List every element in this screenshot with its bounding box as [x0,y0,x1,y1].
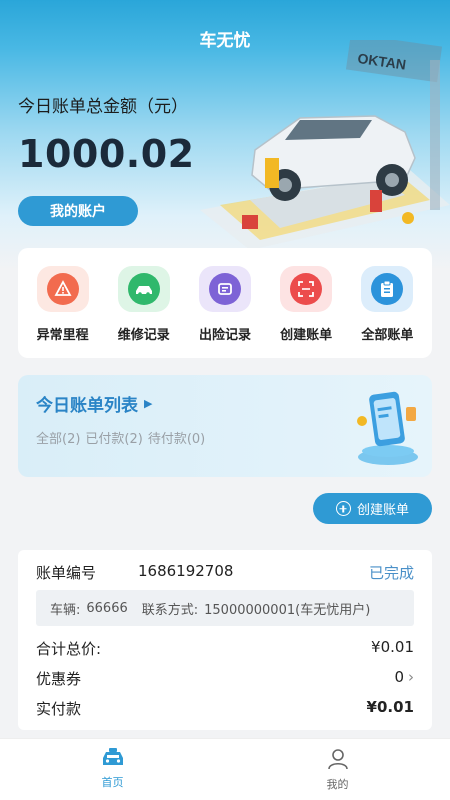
bill-card[interactable]: 账单编号 1686192708 已完成 车辆: 66666 联系方式: 1500… [18,550,432,730]
today-total-label: 今日账单总金额（元） [18,97,188,117]
quick-actions-panel: 异常里程 维修记录 出险记录 创建账单 全部账单 [18,248,432,358]
bill-number-label: 账单编号 [36,564,97,582]
bottom-tab-bar: 首页 我的 [0,738,450,800]
bills-count-paid: 已付款(2) [85,432,143,447]
header-banner: 车无忧 OKTAN 今日账单总金额（元） 1000.02 我的账户 [0,0,450,270]
quick-action-repair-records[interactable]: 维修记录 [105,266,183,358]
car-service-illustration: OKTAN [200,40,450,250]
vehicle-label: 车辆: [50,602,81,618]
total-price-value: ¥0.01 [371,638,414,656]
paid-value: ¥0.01 [366,698,414,716]
accident-car-icon [198,266,251,312]
today-total-amount: 1000.02 [18,132,195,176]
coupon-value: 0 [394,668,404,686]
quick-action-label: 全部账单 [361,328,414,343]
quick-action-accident-records[interactable]: 出险记录 [186,266,264,358]
taxi-home-icon [102,748,123,765]
contact-value: 15000000001(车无忧用户) [204,602,371,618]
mileage-alert-icon [36,266,89,312]
quick-action-label: 维修记录 [117,328,170,343]
bills-count-all: 全部(2) [36,432,81,447]
bill-status: 已完成 [368,564,414,582]
create-bill-label: 创建账单 [356,503,409,518]
chevron-right-icon: › [408,668,414,686]
bills-count-unpaid: 待付款(0) [147,432,206,447]
bill-vehicle-info: 车辆: 66666 联系方式: 15000000001(车无忧用户) [36,590,414,626]
scan-icon [280,266,333,312]
contact-label: 联系方式: [141,602,199,618]
quick-action-create-bill[interactable]: 创建账单 [267,266,345,358]
bill-total-row: 合计总价: ¥0.01 [36,638,414,659]
today-bills-title: 今日账单列表 ▶ [36,391,152,416]
user-icon [327,749,348,770]
quick-action-label: 出险记录 [198,328,251,343]
bill-header: 账单编号 1686192708 已完成 [36,562,414,583]
tab-home-label: 首页 [101,776,124,789]
quick-action-all-bills[interactable]: 全部账单 [348,266,426,358]
tab-mine[interactable]: 我的 [225,739,450,800]
today-bills-card[interactable]: 今日账单列表 ▶ 全部(2) 已付款(2) 待付款(0) [18,375,432,477]
clipboard-icon [361,266,414,312]
bill-coupon-row[interactable]: 优惠券 0 › [36,668,414,689]
create-bill-button[interactable]: 创建账单 [313,493,432,524]
plus-circle-icon [335,501,351,516]
phone-bill-illustration [357,391,418,465]
quick-action-label: 创建账单 [280,328,333,343]
triangle-right-icon: ▶ [144,397,153,410]
my-account-button[interactable]: 我的账户 [18,196,138,226]
vehicle-value: 66666 [86,600,128,616]
bill-paid-row: 实付款 ¥0.01 [36,698,414,719]
quick-action-abnormal-mileage[interactable]: 异常里程 [24,266,102,358]
total-price-label: 合计总价: [36,640,102,658]
bill-number: 1686192708 [138,562,234,580]
today-bills-stats: 全部(2) 已付款(2) 待付款(0) [36,428,205,447]
tab-mine-label: 我的 [326,778,349,791]
paid-label: 实付款 [36,700,82,718]
today-bills-title-text: 今日账单列表 [36,396,138,416]
tab-home[interactable]: 首页 [0,739,225,800]
coupon-label: 优惠券 [36,670,82,688]
repair-car-icon [117,266,170,312]
quick-action-label: 异常里程 [36,328,89,343]
